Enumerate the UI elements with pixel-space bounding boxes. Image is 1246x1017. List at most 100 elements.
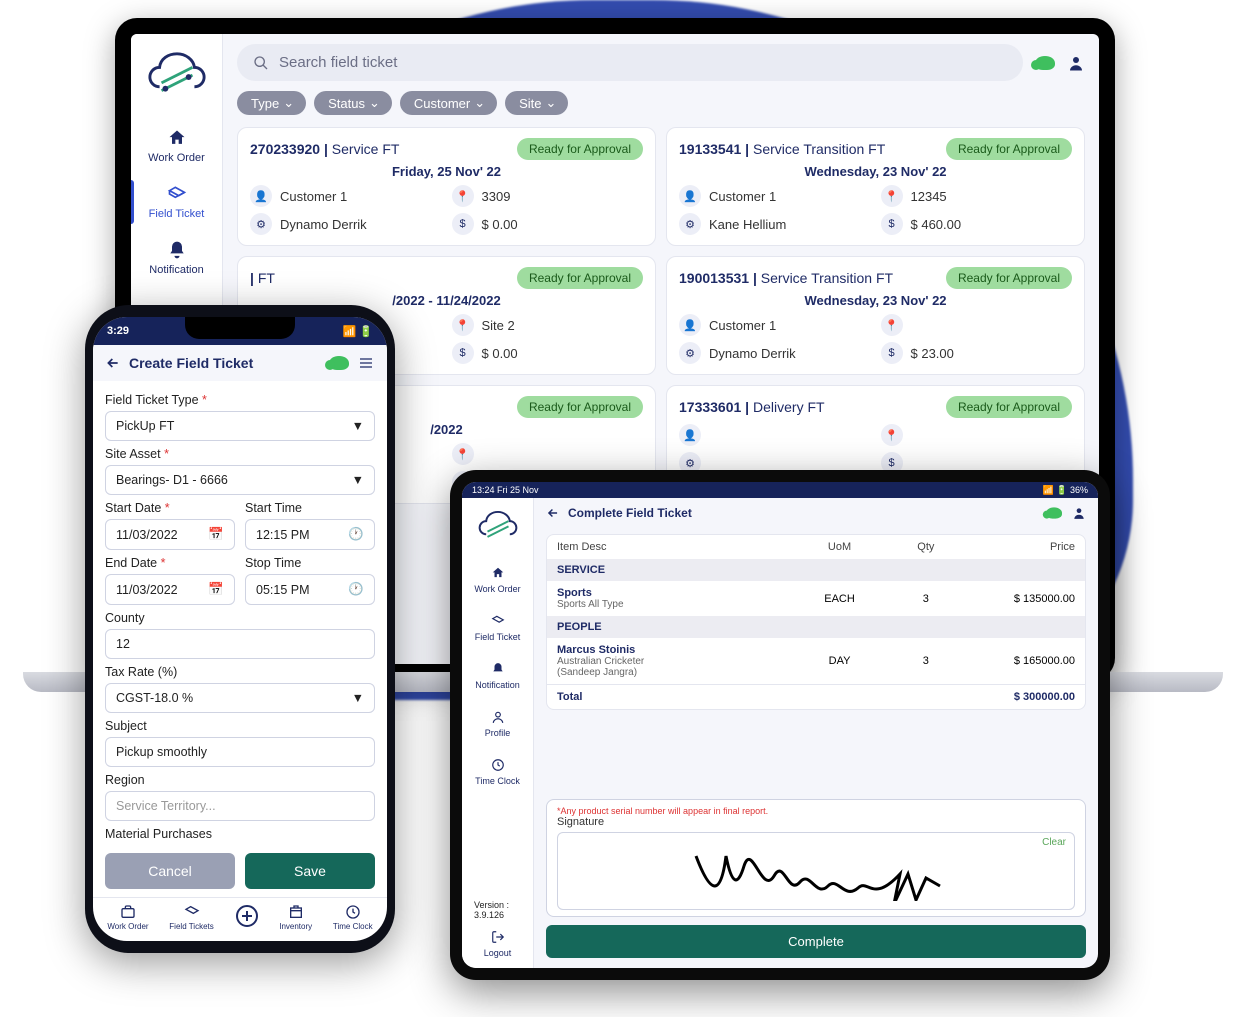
battery-icon: 🔋: [1056, 485, 1067, 495]
filter-type[interactable]: Type ⌄: [237, 91, 306, 115]
ticket-card[interactable]: 270233920 | Service FTReady for Approval…: [237, 127, 656, 246]
sidebar-item-work-order[interactable]: Work Order: [462, 556, 533, 604]
label-start-time: Start Time: [245, 501, 375, 515]
pin-icon: 📍: [452, 314, 474, 336]
status-badge: Ready for Approval: [517, 267, 643, 289]
col-desc: Item Desc: [557, 541, 792, 553]
phone-status-bar: 3:29 📶 🔋: [93, 317, 387, 345]
signature-pad[interactable]: Clear: [557, 832, 1075, 910]
search-input[interactable]: Search field ticket: [237, 44, 1023, 81]
section-header: SERVICE: [547, 559, 1085, 581]
label-region: Region: [105, 773, 375, 787]
clear-button[interactable]: Clear: [1042, 837, 1066, 848]
sidebar-item-label: Field Ticket: [149, 208, 205, 220]
save-button[interactable]: Save: [245, 853, 375, 889]
chevron-down-icon: ⌄: [369, 95, 380, 111]
chevron-down-icon: ▼: [352, 691, 364, 705]
user-icon: 👤: [250, 185, 272, 207]
tab-field-tickets[interactable]: Field Tickets: [169, 904, 213, 931]
menu-icon[interactable]: [357, 355, 375, 371]
cancel-button[interactable]: Cancel: [105, 853, 235, 889]
status-badge: Ready for Approval: [517, 396, 643, 418]
section-header: PEOPLE: [547, 616, 1085, 638]
page-title: Create Field Ticket: [129, 355, 253, 371]
user-icon[interactable]: [1072, 506, 1086, 520]
dollar-icon: $: [452, 213, 474, 235]
sidebar-item-work-order[interactable]: Work Order: [131, 118, 222, 174]
chevron-down-icon: ⌄: [474, 95, 485, 111]
back-icon[interactable]: [546, 506, 560, 520]
dollar-icon: $: [881, 213, 903, 235]
table-row[interactable]: Marcus StoinisAustralian Cricketer(Sande…: [547, 638, 1085, 684]
county-input[interactable]: 12: [105, 629, 375, 659]
app-logo: [477, 508, 519, 550]
status-badge: Ready for Approval: [946, 267, 1072, 289]
sidebar-item-profile[interactable]: Profile: [462, 700, 533, 748]
search-placeholder: Search field ticket: [279, 54, 397, 71]
app-logo: [146, 48, 208, 110]
start-date-input[interactable]: 11/03/2022📅: [105, 519, 235, 550]
tab-time-clock[interactable]: Time Clock: [333, 904, 373, 931]
user-icon: 👤: [679, 424, 701, 446]
end-date-input[interactable]: 11/03/2022📅: [105, 574, 235, 605]
sidebar-item-label: Work Order: [148, 152, 205, 164]
col-price: Price: [965, 541, 1075, 553]
label-end-date: End Date: [105, 556, 157, 570]
sidebar-item-logout[interactable]: Logout: [462, 920, 533, 968]
sidebar-item-notification[interactable]: Notification: [131, 230, 222, 286]
chevron-down-icon: ⌄: [283, 95, 294, 111]
label-stop-time: Stop Time: [245, 556, 375, 570]
filter-bar: Type ⌄ Status ⌄ Customer ⌄ Site ⌄: [237, 91, 1085, 115]
search-icon: [253, 55, 269, 71]
back-icon[interactable]: [105, 355, 121, 371]
col-qty: Qty: [887, 541, 965, 553]
pin-icon: 📍: [881, 185, 903, 207]
total-value: $ 300000.00: [965, 691, 1075, 703]
filter-customer[interactable]: Customer ⌄: [400, 91, 497, 115]
label-material: Material Purchases: [105, 827, 375, 841]
label-asset: Site Asset: [105, 447, 161, 461]
tab-inventory[interactable]: Inventory: [279, 904, 312, 931]
status-time: 13:24 Fri 25 Nov: [472, 485, 539, 495]
stop-time-input[interactable]: 05:15 PM🕐: [245, 574, 375, 605]
ticket-card[interactable]: 190013531 | Service Transition FTReady f…: [666, 256, 1085, 375]
tab-work-order[interactable]: Work Order: [107, 904, 148, 931]
start-time-input[interactable]: 12:15 PM🕐: [245, 519, 375, 550]
asset-select[interactable]: Bearings- D1 - 6666▼: [105, 465, 375, 495]
signature-label: Signature: [557, 816, 1075, 828]
table-row[interactable]: SportsSports All TypeEACH3$ 135000.00: [547, 581, 1085, 616]
status-battery: 36%: [1070, 485, 1088, 495]
sidebar-item-field-ticket[interactable]: Field Ticket: [462, 604, 533, 652]
type-select[interactable]: PickUp FT▼: [105, 411, 375, 441]
status-time: 3:29: [107, 325, 129, 337]
label-county: County: [105, 611, 375, 625]
region-input[interactable]: Service Territory...: [105, 791, 375, 821]
user-icon[interactable]: [1067, 54, 1085, 72]
sidebar-item-notification[interactable]: Notification: [462, 652, 533, 700]
sidebar-item-field-ticket[interactable]: Field Ticket: [131, 174, 222, 230]
user-icon: 👤: [679, 314, 701, 336]
tax-select[interactable]: CGST-18.0 %▼: [105, 683, 375, 713]
cloud-status-icon: [1035, 56, 1055, 70]
clock-icon: 🕐: [348, 582, 364, 597]
status-icons: 📶 🔋: [343, 325, 373, 338]
status-badge: Ready for Approval: [946, 138, 1072, 160]
page-title: Complete Field Ticket: [568, 506, 692, 520]
chevron-down-icon: ⌄: [546, 95, 557, 111]
filter-status[interactable]: Status ⌄: [314, 91, 392, 115]
cloud-status-icon: [1046, 507, 1062, 518]
clock-icon: 🕐: [348, 527, 364, 542]
label-tax: Tax Rate (%): [105, 665, 375, 679]
tab-add[interactable]: [235, 904, 259, 931]
gear-icon: ⚙: [679, 342, 701, 364]
ticket-card[interactable]: 19133541 | Service Transition FTReady fo…: [666, 127, 1085, 246]
subject-input[interactable]: Pickup smoothly: [105, 737, 375, 767]
wifi-icon: 📶: [1043, 485, 1054, 495]
complete-button[interactable]: Complete: [546, 925, 1086, 958]
sidebar-item-time-clock[interactable]: Time Clock: [462, 748, 533, 796]
gear-icon: ⚙: [250, 213, 272, 235]
dollar-icon: $: [452, 342, 474, 364]
filter-site[interactable]: Site ⌄: [505, 91, 568, 115]
status-badge: Ready for Approval: [517, 138, 643, 160]
pin-icon: 📍: [881, 424, 903, 446]
